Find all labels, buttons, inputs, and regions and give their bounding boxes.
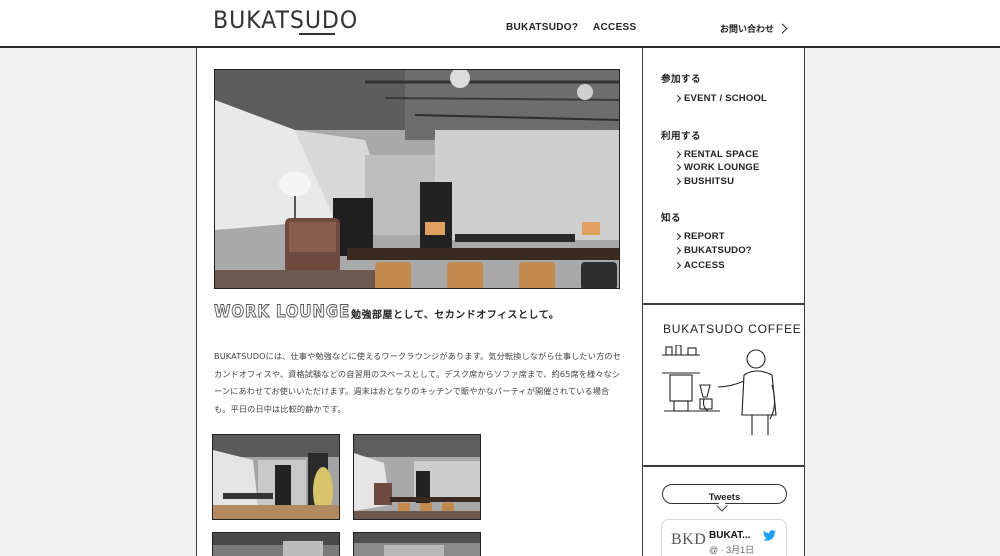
sidebar-heading-know: 知る: [661, 213, 682, 224]
sidebar-link-access[interactable]: ACCESS: [673, 260, 725, 271]
sidebar-link-report[interactable]: REPORT: [673, 231, 725, 242]
site-header: BUKATSUDO BUKATSUDO? ACCESS お問い合わせ: [0, 0, 1000, 48]
nav-link-access[interactable]: ACCESS: [593, 22, 636, 33]
gallery-thumbnail[interactable]: [212, 532, 340, 556]
sidebar-link-bushitsu[interactable]: BUSHITSU: [673, 176, 735, 187]
sidebar: [643, 48, 805, 556]
contact-link[interactable]: お問い合わせ: [720, 22, 774, 35]
coffee-title[interactable]: BUKATSUDO COFFEE: [663, 322, 802, 336]
tweets-label: Tweets: [708, 492, 741, 503]
sidebar-link-label: BUSHITSU: [684, 176, 735, 187]
sidebar-heading-use: 利用する: [661, 131, 702, 142]
coffee-barista-illustration[interactable]: [660, 344, 790, 437]
tweet-author-name[interactable]: BUKAT...: [709, 530, 750, 541]
chevron-right-icon: [777, 23, 788, 34]
sidebar-link-label: REPORT: [684, 231, 725, 242]
tweets-heading: Tweets: [662, 484, 787, 504]
sidebar-heading-participate: 参加する: [661, 74, 702, 85]
chevron-right-icon: [673, 261, 682, 270]
sidebar-divider: [643, 303, 805, 305]
site-logo[interactable]: BUKATSUDO: [213, 8, 358, 32]
nav-link-bukatsudo[interactable]: BUKATSUDO?: [506, 22, 578, 33]
description-text: BUKATSUDOには、仕事や勉強などに使えるワークラウンジがあります。気分転換…: [214, 351, 621, 414]
chevron-right-icon: [673, 246, 682, 255]
sidebar-link-bukatsudo[interactable]: BUKATSUDO?: [673, 245, 752, 256]
avatar[interactable]: BKD: [671, 531, 706, 549]
chevron-right-icon: [673, 150, 682, 159]
gallery-thumbnail[interactable]: [353, 434, 481, 520]
sidebar-link-rental-space[interactable]: RENTAL SPACE: [673, 149, 759, 160]
chevron-right-icon: [673, 232, 682, 241]
section-tagline: 勉強部屋として、セカンドオフィスとして。: [351, 310, 560, 321]
sidebar-link-label: ACCESS: [684, 260, 725, 271]
gallery-thumbnail[interactable]: [353, 532, 481, 556]
chevron-right-icon: [673, 94, 682, 103]
sidebar-link-event-school[interactable]: EVENT / SCHOOL: [673, 93, 768, 104]
chevron-right-icon: [673, 177, 682, 186]
sidebar-link-label: RENTAL SPACE: [684, 149, 759, 160]
sidebar-link-label: WORK LOUNGE: [684, 162, 760, 173]
gallery-thumbnail[interactable]: [212, 434, 340, 520]
sidebar-link-label: EVENT / SCHOOL: [684, 93, 768, 104]
twitter-bird-icon[interactable]: [763, 530, 776, 541]
sidebar-link-work-lounge[interactable]: WORK LOUNGE: [673, 162, 760, 173]
logo-underline: [299, 33, 335, 35]
sidebar-link-label: BUKATSUDO?: [684, 245, 752, 256]
sidebar-divider: [643, 465, 805, 467]
hero-photo: [214, 69, 620, 289]
chevron-right-icon: [673, 163, 682, 172]
section-title-work-lounge: WORK LOUNGE: [214, 302, 351, 323]
tweet-meta: @ · 3月1日: [709, 545, 755, 555]
